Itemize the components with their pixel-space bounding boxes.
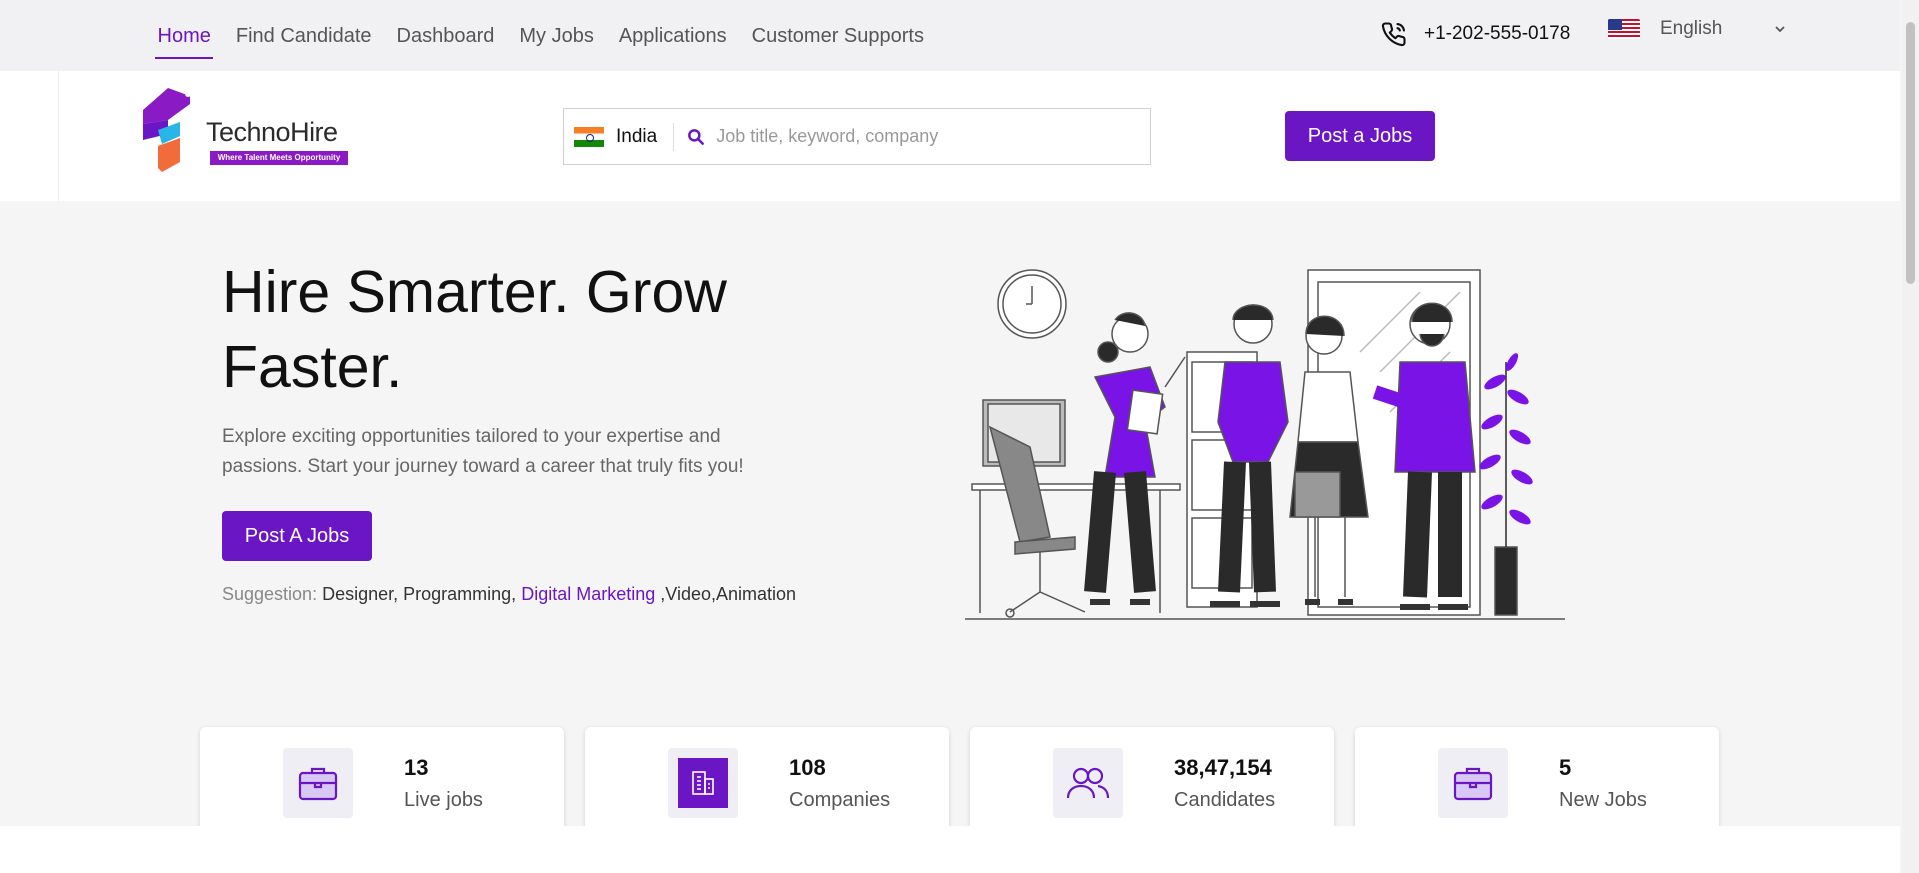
nav-customer-supports[interactable]: Customer Supports	[739, 0, 936, 71]
us-flag-icon	[1608, 19, 1640, 39]
icon-tile	[283, 748, 353, 818]
india-flag-icon	[574, 126, 604, 147]
nav-applications[interactable]: Applications	[606, 0, 739, 71]
nav-home[interactable]: Home	[145, 0, 223, 71]
team-illustration	[965, 269, 1565, 620]
suggestion-links-more[interactable]: ,Video,Animation	[660, 584, 796, 604]
stat-label: Live jobs	[404, 789, 483, 811]
country-select[interactable]: India	[616, 122, 675, 151]
post-jobs-button[interactable]: Post a Jobs	[1285, 111, 1435, 161]
stat-value: 5	[1559, 755, 1572, 780]
building-icon	[692, 771, 714, 795]
nav-my-jobs[interactable]: My Jobs	[507, 0, 606, 71]
briefcase-icon	[1453, 767, 1493, 801]
stat-value: 38,47,154	[1174, 755, 1272, 780]
stats-row: 13 Live jobs 108 Companies 38,47,154 Can…	[200, 727, 1719, 839]
phone-contact[interactable]: +1-202-555-0178	[1380, 20, 1570, 48]
top-nav: Home Find Candidate Dashboard My Jobs Ap…	[145, 0, 936, 71]
phone-number: +1-202-555-0178	[1424, 23, 1571, 44]
hero-post-jobs-button[interactable]: Post A Jobs	[222, 511, 372, 561]
stat-card-candidates[interactable]: 38,47,154 Candidates	[970, 727, 1334, 839]
chevron-down-icon	[1775, 26, 1785, 33]
suggestion-digital-marketing[interactable]: Digital Marketing	[521, 584, 655, 604]
users-icon	[1066, 767, 1110, 799]
job-search-bar: India	[563, 108, 1151, 165]
search-icon	[688, 128, 705, 145]
stat-card-companies[interactable]: 108 Companies	[585, 727, 949, 839]
icon-tile	[1053, 748, 1123, 818]
nav-dashboard[interactable]: Dashboard	[384, 0, 507, 71]
suggestions: Suggestion: Designer, Programming, Digit…	[222, 584, 796, 605]
stat-card-new-jobs[interactable]: 5 New Jobs	[1355, 727, 1719, 839]
icon-tile	[1438, 748, 1508, 818]
language-label: English	[1660, 18, 1723, 39]
scrollbar-thumb[interactable]	[1906, 22, 1915, 284]
nav-find-candidate[interactable]: Find Candidate	[223, 0, 384, 71]
suggestion-label: Suggestion:	[222, 584, 318, 604]
logo-tagline: Where Talent Meets Opportunity	[210, 151, 348, 165]
suggestion-links[interactable]: Designer, Programming,	[322, 584, 516, 604]
language-select[interactable]: English	[1608, 18, 1788, 40]
divider	[58, 71, 59, 201]
briefcase-icon	[298, 767, 338, 801]
search-input[interactable]	[716, 126, 1117, 147]
stat-value: 13	[404, 755, 429, 780]
hero-title: Hire Smarter. Grow Faster.	[222, 259, 727, 400]
logo-title: TechnoHire	[206, 117, 338, 147]
stat-label: Companies	[789, 789, 891, 811]
phone-call-icon	[1381, 22, 1406, 47]
page-scrollbar[interactable]	[1902, 0, 1919, 873]
top-bar: Home Find Candidate Dashboard My Jobs Ap…	[0, 0, 1900, 71]
icon-tile	[668, 748, 738, 818]
stat-card-live-jobs[interactable]: 13 Live jobs	[200, 727, 564, 839]
next-section	[0, 826, 1900, 873]
hero-description: Explore exciting opportunities tailored …	[222, 426, 744, 477]
stat-label: New Jobs	[1559, 789, 1647, 811]
stat-label: Candidates	[1174, 789, 1276, 811]
stat-value: 108	[789, 755, 826, 780]
icon-tile-inner	[678, 758, 728, 808]
